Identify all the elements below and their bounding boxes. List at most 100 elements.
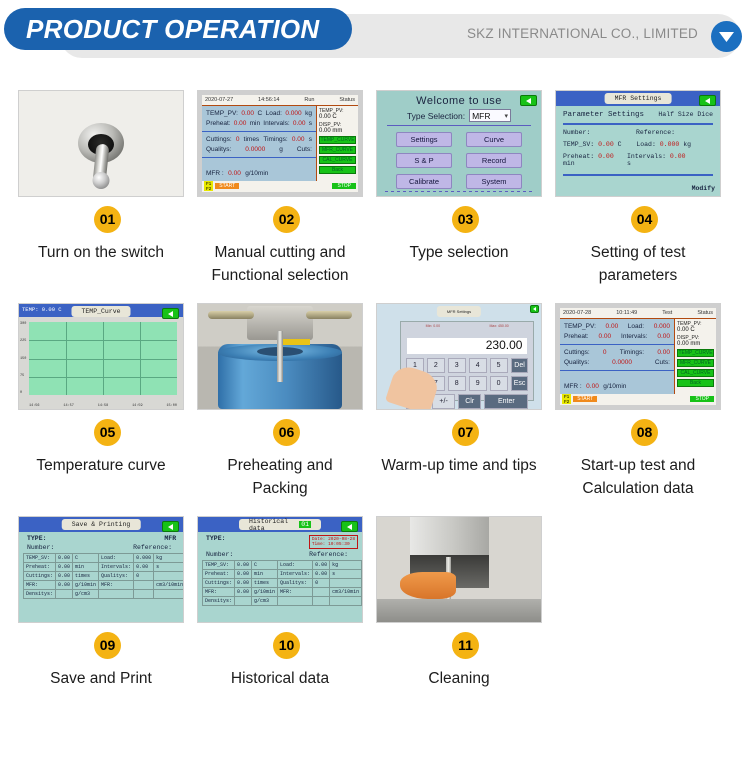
- curve-tab[interactable]: TEMP_Curve: [71, 306, 131, 317]
- step-card-05: TEMP: 0.00 C TEMP_Curve 300 225 150 75 0…: [18, 303, 197, 516]
- cell-unit: C: [251, 560, 279, 570]
- cell-unit2: s: [329, 569, 362, 579]
- step-thumbnail-05[interactable]: TEMP: 0.00 C TEMP_Curve 300 225 150 75 0…: [18, 303, 184, 410]
- history-tab-index: 01: [299, 521, 311, 528]
- unit-intervals: s: [308, 120, 312, 127]
- value-intervals[interactable]: 0.00: [670, 153, 686, 160]
- step-thumbnail-04[interactable]: MFR Settings Parameter Settings Half Siz…: [555, 90, 721, 197]
- cell-label: Cuttings:: [201, 578, 236, 588]
- button-record[interactable]: Record: [466, 153, 522, 168]
- step-thumbnail-10[interactable]: Historical data 01 TYPE: Date: 2020-08-2…: [197, 516, 363, 623]
- button-calibrate[interactable]: Calibrate: [396, 174, 452, 189]
- side-button-back[interactable]: Back: [677, 379, 714, 387]
- step-thumbnail-11[interactable]: [376, 516, 542, 623]
- value-temp-sv[interactable]: 0.00: [598, 141, 614, 148]
- cell-label2: Qualitys:: [277, 578, 314, 588]
- function-tag-f2[interactable]: F2: [204, 186, 214, 191]
- cell-label2: Intervals:: [277, 569, 314, 579]
- key-0[interactable]: 0: [489, 375, 508, 391]
- run-screen-topbar: 2020-07-27 14:56:14 Run Status: [202, 95, 358, 106]
- modify-button[interactable]: Modify: [692, 185, 715, 192]
- divider: [387, 125, 531, 126]
- step-thumbnail-09[interactable]: Save & Printing TYPE: MFR Number: Refere…: [18, 516, 184, 623]
- key-sign[interactable]: +/-: [432, 393, 456, 409]
- chevron-down-icon[interactable]: [711, 21, 742, 52]
- step-thumbnail-06[interactable]: [197, 303, 363, 410]
- step-thumbnail-02[interactable]: 2020-07-27 14:56:14 Run Status TEMP_PV: …: [197, 90, 363, 197]
- unit-load: kg: [305, 110, 312, 117]
- step-caption: Setting of test parameters: [590, 244, 686, 284]
- stop-button[interactable]: STOP: [332, 183, 356, 189]
- table-row: Preheat: 0.00 min Intervals: 0.00 s: [22, 562, 183, 572]
- y-tick: 75: [20, 373, 25, 378]
- key-enter[interactable]: Enter: [484, 393, 529, 409]
- field-qualitys: Qualitys:: [564, 359, 590, 366]
- side-button-cal-curve[interactable]: CAL_CURVE: [319, 156, 356, 164]
- back-arrow-icon[interactable]: [699, 95, 716, 106]
- x-tick: 14:58: [97, 404, 109, 408]
- side-button-mfr-curve[interactable]: MFR_CURVE: [319, 146, 356, 154]
- keypad-display[interactable]: 230.00: [406, 337, 528, 354]
- table-row: Cuttings: 0.00 times Qualitys: 0: [22, 571, 183, 581]
- parameter-settings-screen: MFR Settings Parameter Settings Half Siz…: [556, 91, 720, 196]
- back-arrow-icon[interactable]: [162, 521, 179, 532]
- side-button-temp-curve[interactable]: TEMP_CURVE: [677, 349, 714, 357]
- value-intervals: 0.00: [657, 333, 670, 340]
- x-tick: 15:00: [166, 404, 177, 408]
- key-del[interactable]: Del: [510, 357, 529, 373]
- function-tag-f2[interactable]: F2: [562, 399, 572, 404]
- step-thumbnail-08[interactable]: 2020-07-28 10:11:49 Test Status TEMP_PV:…: [555, 303, 721, 410]
- back-arrow-icon[interactable]: [530, 305, 539, 313]
- cell-label: Preheat:: [201, 569, 236, 579]
- field-temp-pv: TEMP_PV:: [206, 110, 238, 117]
- step-thumbnail-03[interactable]: Welcome to use Type Selection: MFR ▾ Set…: [376, 90, 542, 197]
- field-mfr: MFR :: [564, 383, 582, 390]
- back-arrow-icon[interactable]: [520, 95, 537, 106]
- side-button-cal-curve[interactable]: CAL_CURVE: [677, 369, 714, 377]
- key-clear[interactable]: Clr: [458, 393, 482, 409]
- side-button-back[interactable]: Back: [319, 166, 356, 174]
- step-caption: Cleaning: [428, 670, 490, 687]
- column-header-reference: Reference:: [635, 129, 675, 136]
- value-qualitys: 0.0000: [612, 359, 632, 366]
- key-3[interactable]: 3: [447, 357, 466, 373]
- step-thumbnail-07[interactable]: MFR Settings Min: 0.00 Max: 450.00 230.0…: [376, 303, 542, 410]
- key-2[interactable]: 2: [426, 357, 445, 373]
- step-thumbnail-01[interactable]: [18, 90, 184, 197]
- cell-label: TEMP_SV:: [201, 560, 236, 570]
- value-load: 0.000: [653, 323, 670, 330]
- button-sp[interactable]: S & P: [396, 153, 452, 168]
- back-arrow-icon[interactable]: [162, 308, 179, 319]
- toggle-switch-photo: [19, 91, 183, 196]
- save-print-tab[interactable]: Save & Printing: [61, 519, 141, 530]
- value-preheat[interactable]: 0.00: [598, 153, 614, 160]
- side-button-temp-curve[interactable]: TEMP_CURVE: [319, 136, 356, 144]
- x-tick: 14:59: [132, 404, 143, 408]
- value-timings: 0.00: [291, 136, 305, 143]
- cell-unit: g/cm3: [72, 589, 100, 599]
- settings-tab[interactable]: MFR Settings: [604, 93, 672, 104]
- history-body: TYPE: Date: 2020-08-28 Time: 10:05:30 Nu…: [198, 532, 362, 622]
- cell-label: Cuttings:: [22, 571, 57, 581]
- side-button-mfr-curve[interactable]: MFR_CURVE: [677, 359, 714, 367]
- x-tick: 14:57: [63, 404, 74, 408]
- key-5[interactable]: 5: [489, 357, 508, 373]
- table-row: Preheat: 0.00 min Intervals: 0.00 s: [201, 569, 362, 579]
- field-preheat: Preheat:: [564, 333, 589, 340]
- key-4[interactable]: 4: [468, 357, 487, 373]
- type-selection-dropdown[interactable]: MFR ▾: [469, 109, 512, 122]
- history-tab[interactable]: Historical data 01: [239, 518, 321, 532]
- keypad-tab: MFR Settings: [436, 306, 482, 317]
- historical-data-screen: Historical data 01 TYPE: Date: 2020-08-2…: [198, 517, 362, 622]
- button-system[interactable]: System: [466, 174, 522, 189]
- cell-unit2: [329, 596, 362, 606]
- stop-button[interactable]: STOP: [690, 396, 714, 402]
- value-load[interactable]: 0.000: [660, 141, 680, 148]
- key-esc[interactable]: Esc: [510, 375, 529, 391]
- button-curve[interactable]: Curve: [466, 132, 522, 147]
- value-preheat: 0.00: [598, 333, 612, 340]
- back-arrow-icon[interactable]: [341, 521, 358, 532]
- key-9[interactable]: 9: [468, 375, 487, 391]
- button-settings[interactable]: Settings: [396, 132, 452, 147]
- key-8[interactable]: 8: [447, 375, 466, 391]
